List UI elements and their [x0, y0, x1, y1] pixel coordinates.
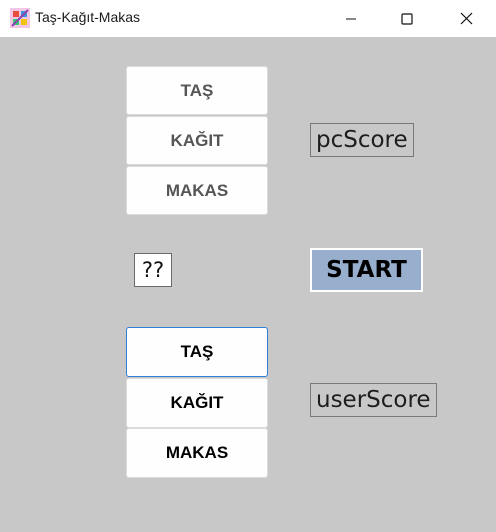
- client-area: TAŞ KAĞIT MAKAS pcScore ?? START TAŞ KAĞ…: [0, 37, 496, 532]
- user-choice-makas[interactable]: MAKAS: [126, 428, 268, 478]
- app-icon: [10, 8, 30, 28]
- result-display: ??: [134, 253, 172, 287]
- maximize-button[interactable]: [384, 0, 430, 37]
- app-window: Taş-Kağıt-Makas TAŞ KAĞIT MAKAS pcScore …: [0, 0, 496, 532]
- pc-score-label: pcScore: [310, 123, 414, 157]
- user-score-label: userScore: [310, 383, 437, 417]
- minimize-icon: [346, 18, 356, 19]
- minimize-button[interactable]: [328, 0, 374, 37]
- user-choice-tas[interactable]: TAŞ: [126, 327, 268, 377]
- pc-choice-tas[interactable]: TAŞ: [126, 66, 268, 115]
- close-icon: [460, 12, 472, 25]
- pc-choice-kagit[interactable]: KAĞIT: [126, 116, 268, 165]
- start-button[interactable]: START: [310, 248, 423, 292]
- title-bar[interactable]: Taş-Kağıt-Makas: [0, 0, 496, 37]
- maximize-icon: [401, 12, 413, 25]
- user-choice-kagit[interactable]: KAĞIT: [126, 378, 268, 428]
- close-button[interactable]: [443, 0, 489, 37]
- pc-choice-makas[interactable]: MAKAS: [126, 166, 268, 215]
- window-title: Taş-Kağıt-Makas: [35, 9, 141, 25]
